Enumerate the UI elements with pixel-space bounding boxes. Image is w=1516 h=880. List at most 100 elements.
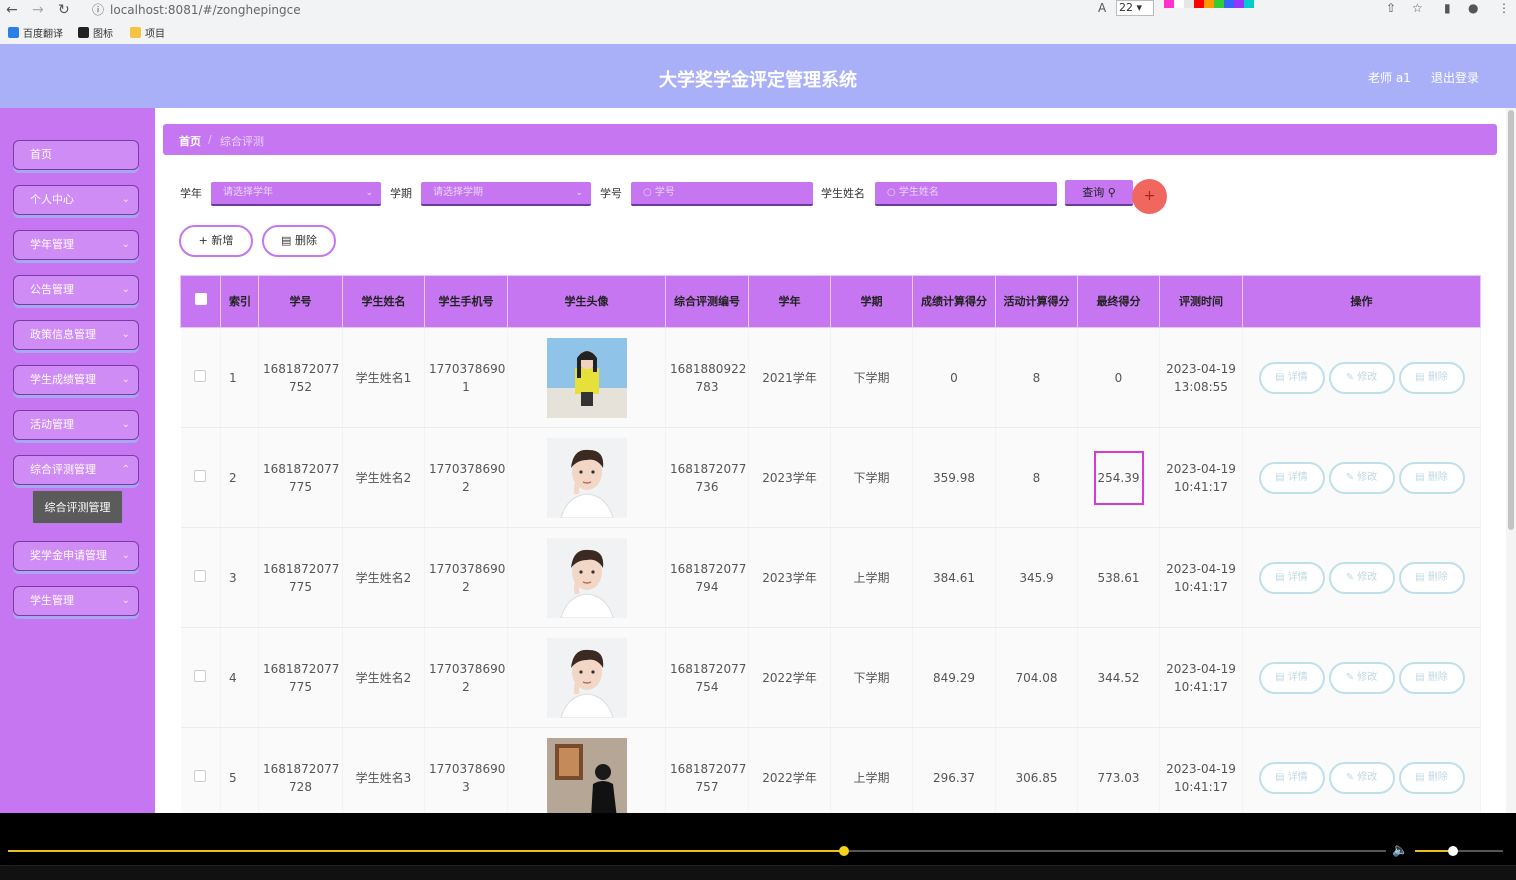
edit-button[interactable]: ✎ 修改	[1328, 361, 1395, 394]
profile-icon[interactable]: ●	[1468, 1, 1478, 15]
avatar	[546, 337, 627, 418]
table-header-row: 索引 学号 学生姓名 学生手机号 学生头像 综合评测编号 学年 学期 成绩计算得…	[180, 275, 1481, 328]
font-icon[interactable]: A	[1098, 1, 1106, 15]
scrollbar-thumb[interactable]	[1508, 110, 1514, 530]
cell-student-no: 1681872077 752	[258, 327, 343, 428]
reload-icon[interactable]: ↻	[58, 2, 70, 18]
sidebar-item-profile[interactable]: 个人中心 ⌄	[13, 185, 139, 215]
cell-activity-score: 8	[995, 427, 1078, 528]
color-swatch[interactable]	[1234, 0, 1244, 8]
year-select[interactable]: 请选择学年 ⌄	[211, 182, 381, 206]
sidebar-item-students[interactable]: 学生管理 ⌄	[13, 586, 139, 616]
detail-button[interactable]: ▤ 详情	[1258, 761, 1325, 794]
bookmark-item[interactable]: 项目	[130, 25, 165, 40]
delete-button[interactable]: ▤ 删除	[1398, 361, 1465, 394]
browser-toolbar: ← → ↻ ⓘ localhost:8081/#/zonghepingce A 2…	[0, 0, 1516, 20]
color-swatch[interactable]	[1204, 0, 1214, 8]
sidebar-item-grades[interactable]: 学生成绩管理 ⌄	[13, 365, 139, 395]
row-checkbox[interactable]	[194, 769, 207, 782]
select-all-checkbox[interactable]	[194, 292, 207, 305]
color-swatches[interactable]	[1164, 0, 1254, 16]
cell-student-no-text: 1681872077 752	[263, 361, 340, 394]
sidebar-subitem-evaluation[interactable]: 综合评测管理	[32, 490, 123, 524]
forward-icon[interactable]: →	[32, 2, 44, 18]
detail-button[interactable]: ▤ 详情	[1258, 561, 1325, 594]
sidepanel-icon[interactable]: ▮	[1444, 1, 1451, 15]
color-swatch[interactable]	[1194, 0, 1204, 8]
delete-button[interactable]: ▤ 删除	[1398, 761, 1465, 794]
delete-button[interactable]: ▤ 删除	[1398, 561, 1465, 594]
table-row: 3 1681872077 775 学生姓名2 1770378690 2 1681872077…	[180, 527, 1481, 628]
cell-final-score: 0	[1077, 327, 1160, 428]
color-swatch[interactable]	[1174, 0, 1184, 8]
cell-index: 1	[220, 327, 259, 428]
color-swatch[interactable]	[1224, 0, 1234, 8]
address-bar[interactable]: ⓘ localhost:8081/#/zonghepingce	[92, 1, 301, 18]
search-button[interactable]: 查询 ⚲	[1065, 180, 1133, 206]
delete-button[interactable]: ▤ 删除	[1398, 461, 1465, 494]
edit-button[interactable]: ✎ 修改	[1328, 461, 1395, 494]
edit-button[interactable]: ✎ 修改	[1328, 561, 1395, 594]
share-icon[interactable]: ⇧	[1386, 1, 1396, 15]
cell-term: 下学期	[830, 427, 913, 528]
zoom-select[interactable]: 22 ▾	[1116, 0, 1154, 16]
row-checkbox[interactable]	[194, 469, 207, 482]
edit-button[interactable]: ✎ 修改	[1328, 661, 1395, 694]
batch-delete-button[interactable]: ▤ 删除	[262, 225, 336, 257]
column-header: 操作	[1242, 275, 1481, 328]
sidebar-item-home[interactable]: 首页	[13, 140, 139, 170]
seek-handle[interactable]	[839, 846, 849, 856]
cell-operations: ▤ 详情 ✎ 修改 ▤ 删除	[1242, 427, 1481, 528]
star-icon[interactable]: ☆	[1412, 1, 1423, 15]
cell-eval-clock: 13:08:55	[1174, 379, 1228, 394]
bookmark-item[interactable]: 百度翻译	[8, 25, 63, 40]
column-header: 索引	[220, 275, 259, 328]
row-checkbox[interactable]	[194, 369, 207, 382]
detail-button[interactable]: ▤ 详情	[1258, 461, 1325, 494]
volume-handle[interactable]	[1448, 846, 1458, 856]
sidebar-item-notice[interactable]: 公告管理 ⌄	[13, 275, 139, 305]
cell-eval-time: 2023-04-19 10:41:17	[1159, 527, 1243, 628]
highlighted-value: 254.39	[1093, 450, 1144, 505]
menu-icon[interactable]: ⋮	[1498, 1, 1510, 15]
color-swatch[interactable]	[1164, 0, 1174, 8]
year-label: 学年	[180, 187, 202, 200]
volume-icon[interactable]: 🔈	[1392, 843, 1408, 858]
row-checkbox[interactable]	[194, 569, 207, 582]
term-select[interactable]: 请选择学期 ⌄	[421, 182, 591, 206]
logout-link[interactable]: 退出登录	[1431, 69, 1479, 86]
detail-button[interactable]: ▤ 详情	[1258, 361, 1325, 394]
cell-student-no: 1681872077 775	[258, 427, 343, 528]
color-swatch[interactable]	[1244, 0, 1254, 8]
cell-eval-code-text: 1681872077 754	[670, 661, 747, 694]
cell-activity-score: 8	[995, 327, 1078, 428]
add-button[interactable]: + 新增	[179, 225, 253, 257]
row-checkbox[interactable]	[194, 669, 207, 682]
document-icon: ▤	[1275, 671, 1285, 683]
color-swatch[interactable]	[1184, 0, 1194, 8]
name-input[interactable]: ○ 学生姓名	[875, 182, 1057, 206]
sidebar-item-activity[interactable]: 活动管理 ⌄	[13, 410, 139, 440]
edit-button[interactable]: ✎ 修改	[1328, 761, 1395, 794]
delete-button[interactable]: ▤ 删除	[1398, 661, 1465, 694]
cell-activity-score: 345.9	[995, 527, 1078, 628]
color-swatch[interactable]	[1214, 0, 1224, 8]
page-scrollbar[interactable]	[1506, 108, 1516, 813]
sno-input[interactable]: ○ 学号	[631, 182, 813, 206]
trash-icon: ▤	[281, 234, 292, 247]
sidebar-item-policy[interactable]: 政策信息管理 ⌄	[13, 320, 139, 350]
document-icon: ▤	[1275, 371, 1285, 383]
detail-button[interactable]: ▤ 详情	[1258, 661, 1325, 694]
sidebar-item-evaluation[interactable]: 综合评测管理 ⌃	[13, 455, 139, 485]
bookmark-item[interactable]: 图标	[78, 25, 113, 40]
cell-student-name: 学生姓名1	[342, 327, 425, 428]
video-player-bar: 🔈	[0, 813, 1516, 880]
cell-student-no: 1681872077 775	[258, 527, 343, 628]
sidebar-item-scholarship[interactable]: 奖学金申请管理 ⌄	[13, 541, 139, 571]
breadcrumb-home[interactable]: 首页	[179, 133, 201, 149]
cell-student-no-text: 1681872077 775	[263, 561, 340, 594]
back-icon[interactable]: ←	[6, 2, 18, 18]
chevron-down-icon: ⌄	[121, 595, 130, 606]
column-header: 学年	[748, 275, 831, 328]
sidebar-item-year[interactable]: 学年管理 ⌄	[13, 230, 139, 260]
